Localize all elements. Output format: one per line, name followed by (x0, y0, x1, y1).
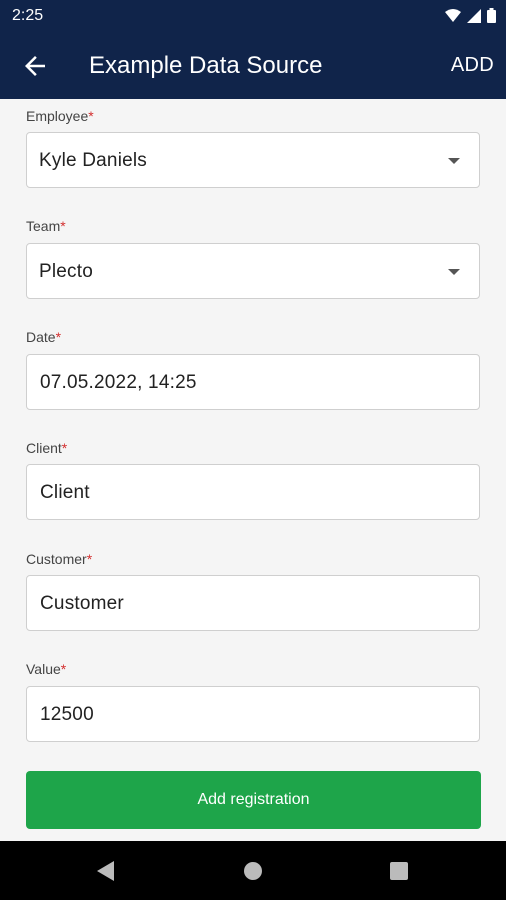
add-button[interactable]: ADD (451, 54, 494, 77)
home-circle-icon[interactable] (244, 862, 262, 880)
value-value: 12500 (40, 704, 94, 725)
required-mark: * (60, 218, 66, 234)
status-time: 2:25 (12, 7, 44, 24)
employee-value: Kyle Daniels (39, 150, 148, 171)
status-bar: 2:25 (0, 0, 506, 32)
date-field[interactable]: 07.05.2022, 14:25 (26, 354, 480, 410)
add-registration-button[interactable]: Add registration (26, 771, 481, 829)
client-label: Client* (26, 440, 67, 456)
required-mark: * (61, 440, 68, 456)
required-mark: * (55, 329, 62, 345)
page-title: Example Data Source (89, 52, 323, 79)
employee-dropdown[interactable]: Kyle Daniels (26, 132, 480, 188)
customer-label: Customer* (26, 551, 92, 567)
customer-label-text: Customer (26, 551, 87, 567)
client-input[interactable]: Client (26, 464, 480, 520)
back-button[interactable] (20, 51, 52, 81)
date-label: Date* (26, 329, 61, 345)
required-mark: * (60, 661, 67, 677)
employee-label: Employee* (26, 108, 94, 124)
battery-icon (487, 8, 496, 23)
status-icons (445, 8, 496, 23)
add-registration-label: Add registration (197, 791, 310, 808)
team-value: Plecto (39, 261, 94, 282)
team-label: Team* (26, 218, 66, 234)
wifi-icon (445, 8, 461, 22)
arrow-left-icon (25, 56, 45, 76)
value-label: Value* (26, 661, 66, 677)
app-bar: Example Data Source ADD (0, 32, 506, 99)
team-label-text: Team (26, 218, 61, 234)
system-nav-bar (0, 841, 506, 900)
client-label-text: Client (26, 440, 62, 456)
required-mark: * (88, 108, 94, 124)
caret-down-icon (448, 269, 460, 275)
team-dropdown[interactable]: Plecto (26, 243, 480, 299)
date-label-text: Date (26, 329, 56, 345)
value-label-text: Value (26, 661, 61, 677)
employee-label-text: Employee (26, 108, 89, 124)
recents-square-icon[interactable] (390, 862, 408, 880)
client-value: Client (40, 482, 90, 503)
date-value: 07.05.2022, 14:25 (40, 372, 197, 393)
caret-down-icon (448, 158, 460, 164)
back-triangle-icon[interactable] (96, 860, 116, 882)
signal-icon (467, 8, 481, 23)
customer-value: Customer (40, 593, 124, 614)
required-mark: * (86, 551, 93, 567)
customer-input[interactable]: Customer (26, 575, 480, 631)
value-input[interactable]: 12500 (26, 686, 480, 742)
